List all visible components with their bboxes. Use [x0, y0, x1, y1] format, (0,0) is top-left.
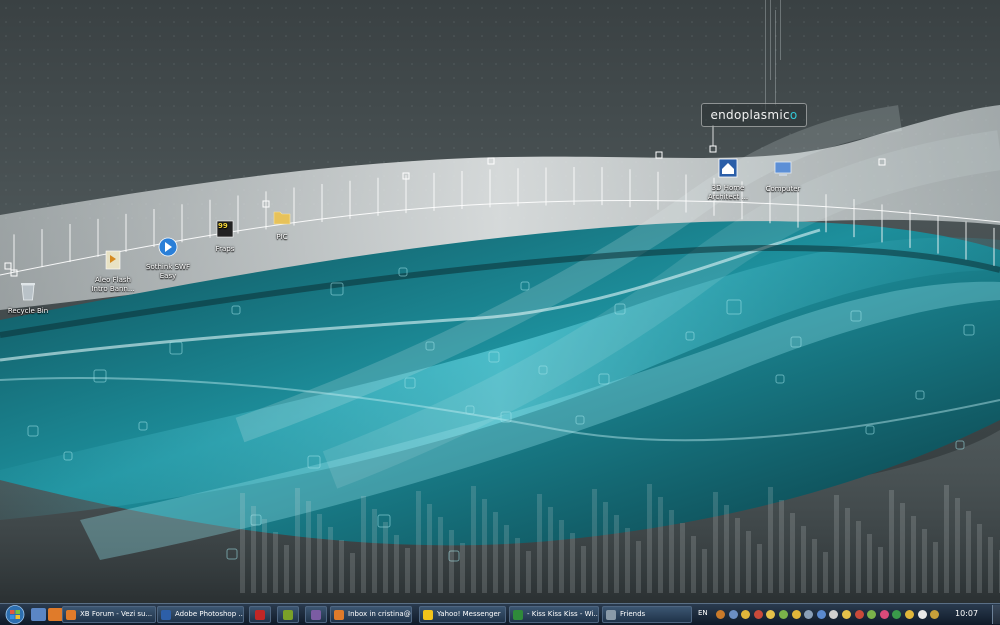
clock[interactable]: 10:07 [955, 609, 978, 618]
tray-icon[interactable] [804, 610, 814, 619]
task-yahoo[interactable]: Yahoo! Messenger [419, 606, 506, 623]
icon-label: PIC [276, 233, 288, 241]
task-yahoo-icon [423, 610, 433, 620]
computer-icon [774, 161, 792, 176]
tray-icon[interactable] [779, 610, 788, 619]
wallpaper [0, 0, 1000, 603]
task-photoshop[interactable]: Adobe Photoshop ... [157, 606, 244, 623]
task-inbox-icon [334, 610, 344, 620]
task-illustrator[interactable] [305, 606, 327, 623]
tray-icon[interactable] [930, 610, 940, 619]
task-dreamweaver[interactable] [277, 606, 299, 623]
fraps-icon: 99 [216, 220, 234, 238]
tray-icon[interactable] [842, 610, 851, 619]
taskbar: XB Forum - Vezi su... Adobe Photoshop ...… [0, 603, 1000, 625]
tray-icon[interactable] [854, 610, 864, 619]
task-inbox[interactable]: Inbox in cristina@i... [330, 606, 412, 623]
show-desktop-button[interactable] [992, 605, 1000, 624]
tray-icon[interactable] [716, 610, 725, 619]
task-label: Inbox in cristina@i... [348, 610, 411, 618]
brand-label: endoplasmico [701, 103, 807, 127]
task-photoshop-icon [161, 610, 171, 620]
desktop-icon-aleo-flash[interactable]: Aleo Flash Intro Bann... [83, 249, 143, 294]
desktop: endoplasmico Recycle Bin Aleo Flash Intr… [0, 0, 1000, 603]
language-indicator[interactable]: EN [698, 609, 708, 617]
tray-icon[interactable] [753, 610, 763, 619]
task-kiss[interactable]: - Kiss Kiss Kiss - Wi... [509, 606, 599, 623]
tray-icon[interactable] [892, 610, 902, 619]
icon-label: Computer [765, 185, 801, 193]
task-label: Friends [620, 610, 646, 618]
tray-icon[interactable] [867, 610, 877, 619]
tray-icon[interactable] [917, 610, 927, 619]
tray-icon[interactable] [816, 610, 826, 619]
tray-icon[interactable] [766, 610, 776, 619]
folder-icon [273, 211, 291, 225]
desktop-icon-computer[interactable]: Computer [753, 158, 813, 194]
task-label: Yahoo! Messenger [437, 610, 501, 618]
desktop-icon-3d-home[interactable]: 3D Home Architect ... [698, 157, 758, 202]
tray-icon[interactable] [905, 610, 914, 619]
quicklaunch-show-desktop-icon[interactable] [31, 608, 46, 621]
tray-icon[interactable] [728, 610, 738, 619]
desktop-icon-sothink[interactable]: Sothink SWF Easy [138, 236, 198, 281]
brand-text: endoplasmic [710, 108, 790, 122]
task-friends[interactable]: Friends [602, 606, 692, 623]
task-friends-icon [606, 610, 616, 620]
task-label: XB Forum - Vezi su... [80, 610, 153, 618]
recycle-bin-icon [21, 283, 35, 301]
task-dreamweaver-icon [283, 610, 293, 620]
icon-label: Fraps [215, 245, 235, 253]
task-xb-forum-icon [66, 610, 76, 620]
task-xb-forum[interactable]: XB Forum - Vezi su... [62, 606, 156, 623]
task-app-red-icon [255, 610, 265, 620]
brand-accent: o [789, 108, 798, 122]
desktop-icon-fraps[interactable]: 99 Fraps [195, 218, 255, 254]
quicklaunch-firefox-icon[interactable] [48, 608, 63, 621]
fraps-badge: 99 [218, 222, 228, 230]
sothink-swf-icon [158, 237, 178, 257]
desktop-icon-pic-folder[interactable]: PIC [252, 206, 312, 242]
tray-icon[interactable] [741, 610, 751, 619]
icon-label: Sothink SWF Easy [146, 263, 190, 280]
tray-icon[interactable] [879, 610, 889, 619]
3d-home-architect-icon [718, 158, 738, 178]
start-button[interactable] [3, 605, 27, 624]
task-label: - Kiss Kiss Kiss - Wi... [527, 610, 599, 618]
icon-label: Aleo Flash Intro Bann... [91, 276, 135, 293]
icon-label: Recycle Bin [7, 307, 49, 315]
task-illustrator-icon [311, 610, 321, 620]
task-app-red[interactable] [249, 606, 271, 623]
icon-label: 3D Home Architect ... [707, 184, 749, 201]
tray-icon[interactable] [829, 610, 839, 619]
desktop-icon-recycle-bin[interactable]: Recycle Bin [0, 280, 58, 316]
task-label: Adobe Photoshop ... [175, 610, 244, 618]
aleo-flash-icon [105, 250, 121, 270]
task-kiss-icon [513, 610, 523, 620]
tray-icon[interactable] [791, 610, 801, 619]
